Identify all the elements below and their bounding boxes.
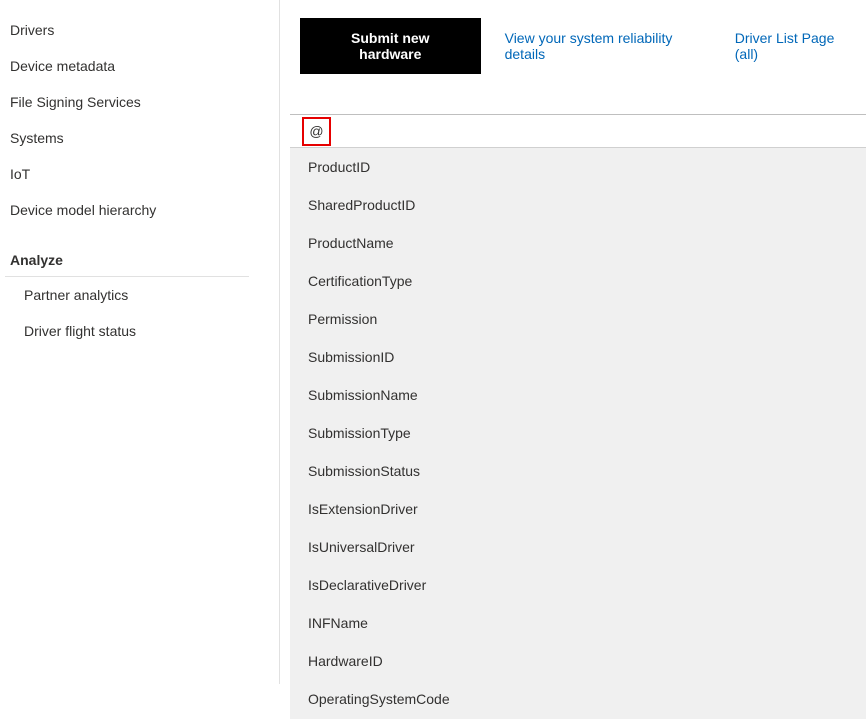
view-reliability-link[interactable]: View your system reliability details bbox=[505, 30, 711, 62]
dropdown-item-submissionid[interactable]: SubmissionID bbox=[290, 338, 866, 376]
sidebar-section-analyze: Analyze bbox=[5, 228, 249, 277]
sidebar-item-file-signing[interactable]: File Signing Services bbox=[0, 84, 279, 120]
dropdown-item-hardwareid[interactable]: HardwareID bbox=[290, 642, 866, 680]
search-container: @ ProductID SharedProductID ProductName … bbox=[290, 114, 866, 719]
sidebar-item-drivers[interactable]: Drivers bbox=[0, 12, 279, 48]
submit-new-hardware-button[interactable]: Submit new hardware bbox=[300, 18, 481, 74]
sidebar-subitem-driver-flight-status[interactable]: Driver flight status bbox=[0, 313, 279, 349]
dropdown-item-certificationtype[interactable]: CertificationType bbox=[290, 262, 866, 300]
dropdown-item-productid[interactable]: ProductID bbox=[290, 148, 866, 186]
driver-list-page-link[interactable]: Driver List Page (all) bbox=[735, 30, 858, 62]
dropdown-item-permission[interactable]: Permission bbox=[290, 300, 866, 338]
sidebar-item-iot[interactable]: IoT bbox=[0, 156, 279, 192]
search-row: @ bbox=[290, 114, 866, 148]
dropdown-item-submissionname[interactable]: SubmissionName bbox=[290, 376, 866, 414]
sidebar-item-systems[interactable]: Systems bbox=[0, 120, 279, 156]
dropdown-list: ProductID SharedProductID ProductName Ce… bbox=[290, 148, 866, 719]
dropdown-item-infname[interactable]: INFName bbox=[290, 604, 866, 642]
sidebar: Drivers Device metadata File Signing Ser… bbox=[0, 0, 280, 684]
dropdown-item-isdeclarativedriver[interactable]: IsDeclarativeDriver bbox=[290, 566, 866, 604]
sidebar-subitem-partner-analytics[interactable]: Partner analytics bbox=[0, 277, 279, 313]
main-content: Submit new hardware View your system rel… bbox=[280, 0, 866, 684]
search-input[interactable] bbox=[331, 115, 866, 147]
dropdown-item-submissiontype[interactable]: SubmissionType bbox=[290, 414, 866, 452]
dropdown-item-submissionstatus[interactable]: SubmissionStatus bbox=[290, 452, 866, 490]
dropdown-item-sharedproductid[interactable]: SharedProductID bbox=[290, 186, 866, 224]
dropdown-item-isuniversaldriver[interactable]: IsUniversalDriver bbox=[290, 528, 866, 566]
dropdown-item-operatingsystemcode[interactable]: OperatingSystemCode bbox=[290, 680, 866, 718]
dropdown-item-isextensiondriver[interactable]: IsExtensionDriver bbox=[290, 490, 866, 528]
dropdown-item-productname[interactable]: ProductName bbox=[290, 224, 866, 262]
at-symbol-highlight: @ bbox=[302, 117, 331, 146]
sidebar-item-device-model-hierarchy[interactable]: Device model hierarchy bbox=[0, 192, 279, 228]
sidebar-item-device-metadata[interactable]: Device metadata bbox=[0, 48, 279, 84]
action-bar: Submit new hardware View your system rel… bbox=[300, 18, 866, 74]
